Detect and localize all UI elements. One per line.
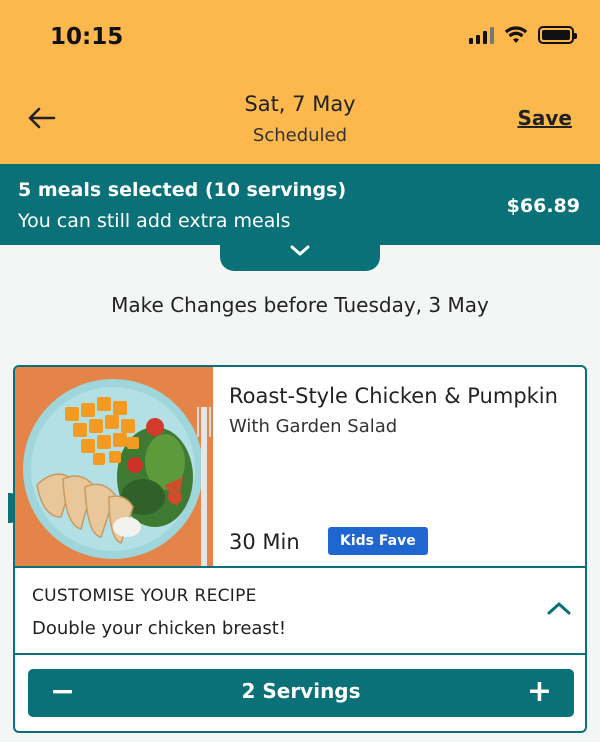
total-price: $66.89 [506, 195, 580, 217]
wifi-icon [504, 26, 528, 43]
header-bar: 10:15 Sat, 7 May Scheduled Save [0, 0, 600, 164]
servings-stepper: − 2 Servings + [28, 669, 574, 717]
save-button[interactable]: Save [517, 106, 572, 130]
meals-selected-text: 5 meals selected (10 servings) [18, 179, 347, 201]
card-divider [15, 653, 585, 655]
status-icons [469, 26, 577, 44]
chevron-down-icon [290, 245, 310, 256]
customise-recipe-toggle[interactable]: CUSTOMISE YOUR RECIPE Double your chicke… [15, 568, 585, 654]
status-time: 10:15 [50, 24, 124, 50]
chevron-up-icon [547, 602, 571, 615]
meal-summary-banner: 5 meals selected (10 servings) You can s… [0, 164, 600, 245]
add-extra-meals-text: You can still add extra meals [18, 210, 291, 232]
signal-icon [469, 26, 494, 44]
recipe-card: Roast-Style Chicken & Pumpkin With Garde… [13, 365, 587, 733]
header-title-block: Sat, 7 May Scheduled [0, 90, 600, 151]
change-deadline-text: Make Changes before Tuesday, 3 May [111, 293, 489, 317]
header-date: Sat, 7 May [244, 92, 356, 116]
kids-fave-badge: Kids Fave [328, 527, 428, 555]
recipe-info: Roast-Style Chicken & Pumpkin With Garde… [229, 381, 579, 437]
decrease-servings-button[interactable]: − [50, 673, 75, 711]
cook-time: 30 Min [229, 530, 300, 554]
header-status: Scheduled [252, 125, 348, 146]
increase-servings-button[interactable]: + [527, 673, 552, 711]
battery-icon [538, 26, 577, 44]
customise-title: CUSTOMISE YOUR RECIPE [32, 586, 257, 606]
recipe-subtitle: With Garden Salad [229, 416, 398, 437]
recipe-image[interactable] [15, 367, 213, 566]
expand-summary-button[interactable] [220, 243, 380, 271]
recipe-title[interactable]: Roast-Style Chicken & Pumpkin [229, 381, 579, 412]
back-arrow-icon[interactable] [24, 100, 60, 136]
customise-subtitle: Double your chicken breast! [32, 618, 287, 639]
servings-count: 2 Servings [241, 679, 361, 703]
